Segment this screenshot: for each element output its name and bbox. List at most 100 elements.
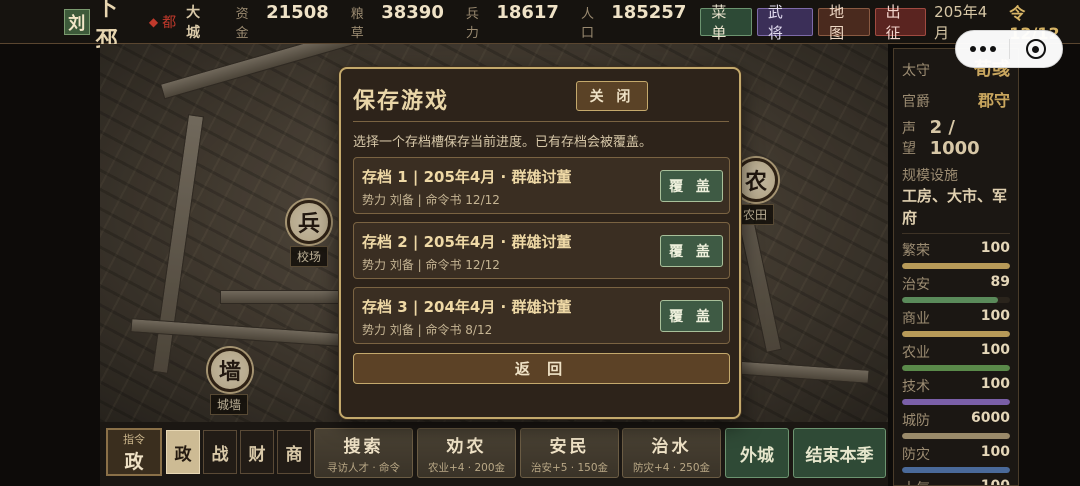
stat-bar-fill	[902, 297, 999, 303]
facilities-label: 规模设施	[902, 168, 958, 184]
slot-title: 存档 1 | 205年4月 · 群雄讨董	[362, 168, 572, 186]
stat-bar-head: 农业 100	[902, 342, 1010, 362]
stat-bar-fill	[902, 467, 1010, 473]
stat-bar-value: 6000	[971, 410, 1010, 426]
stat-bar-label: 技术	[902, 379, 930, 395]
dialog-title: 保存游戏	[353, 89, 450, 114]
stat-food: 粮草 38390	[351, 2, 444, 41]
command-category[interactable]: 指令 政	[106, 428, 162, 476]
prestige-label: 声望	[902, 121, 916, 157]
outer-city-button[interactable]: 外城	[725, 428, 789, 478]
stat-bar-label: 商业	[902, 311, 930, 327]
stat-bar-fill	[902, 365, 1010, 371]
stat-bar-row: 城防 6000	[902, 410, 1010, 439]
stat-label: 兵力	[465, 7, 479, 41]
stat-bar-value: 89	[990, 274, 1010, 290]
action-search-button[interactable]: 搜索 寻访人才 · 命令	[314, 428, 413, 478]
action-desc: 寻访人才 · 命令	[326, 461, 400, 474]
generals-button[interactable]: 武 将	[756, 3, 814, 42]
slot-title: 存档 3 | 204年4月 · 群雄讨董	[362, 298, 572, 316]
stat-bar-value: 100	[980, 376, 1010, 392]
stat-bar-head: 防灾 100	[902, 444, 1010, 464]
action-desc: 治安+5 · 150金	[530, 461, 609, 474]
save-slot-3[interactable]: 存档 3 | 204年4月 · 群雄讨董 势力 刘备 | 命令书 8/12 覆 …	[353, 287, 730, 344]
stat-bar-row: 商业 100	[902, 308, 1010, 337]
governor-label: 太守	[902, 63, 930, 79]
stat-bar-head: 商业 100	[902, 308, 1010, 328]
overwrite-button[interactable]: 覆 盖	[660, 235, 723, 267]
stat-bar-label: 治安	[902, 277, 930, 293]
rank-row: 官爵 郡守	[902, 87, 1010, 111]
stat-bar-track	[902, 433, 1010, 439]
menu-button[interactable]: 菜单	[700, 3, 752, 42]
close-button[interactable]: 关 闭	[576, 81, 648, 111]
stat-funds: 资金 21508	[236, 2, 329, 41]
stat-bar-value: 100	[980, 342, 1010, 358]
stat-bar-row: 技术 100	[902, 376, 1010, 405]
stat-bar-fill	[902, 433, 1010, 439]
top-bar: 刘 下邳 ◆ 都 大城 资金 21508 粮草 38390 兵力 18617 人…	[0, 0, 1080, 53]
stat-bar-row: 防灾 100	[902, 444, 1010, 473]
action-desc: 防灾+4 · 250金	[632, 461, 711, 474]
stat-bar-track	[902, 331, 1010, 337]
tab-politics[interactable]: 政	[166, 430, 200, 474]
prestige-value: 2 / 1000	[929, 117, 980, 159]
stat-bar-track	[902, 297, 1010, 303]
stat-bar-fill	[902, 263, 1010, 269]
mini-program-capsule	[955, 30, 1063, 68]
end-season-button[interactable]: 结束本季	[793, 428, 886, 478]
stat-bar-head: 士气 100	[902, 478, 1010, 486]
stat-label: 人口	[580, 7, 594, 41]
rank-label: 官爵	[902, 94, 930, 110]
campaign-button[interactable]: 出征	[874, 3, 927, 42]
tab-finance[interactable]: 财	[240, 430, 274, 474]
city-stat-bars: 繁荣 100 治安 89 商业 100 农业 100 技术 100 城防 6000 防灾 100 士气 100	[902, 240, 1010, 486]
stat-bar-track	[902, 365, 1010, 371]
stat-bar-label: 繁荣	[902, 243, 930, 259]
more-options-icon[interactable]	[956, 46, 1009, 52]
save-game-dialog: 保存游戏 关 闭 选择一个存档槽保存当前进度。已有存档会被覆盖。 存档 1 | …	[339, 67, 741, 419]
stat-bar-label: 农业	[902, 345, 930, 361]
command-big-label: 政	[124, 450, 144, 473]
slot-subtitle: 势力 刘备 | 命令书 12/12	[362, 193, 500, 207]
save-slot-1[interactable]: 存档 1 | 205年4月 · 群雄讨董 势力 刘备 | 命令书 12/12 覆…	[353, 157, 730, 214]
action-desc: 农业+4 · 200金	[427, 461, 506, 474]
back-button[interactable]: 返 回	[353, 353, 730, 384]
action-title: 治水	[651, 436, 692, 457]
stat-bar-track	[902, 399, 1010, 405]
slot-subtitle: 势力 刘备 | 命令书 8/12	[362, 323, 493, 337]
title-divider	[353, 121, 729, 122]
command-bar: 指令 政 政 战 财 商 搜索 寻访人才 · 命令 劝农 农业+4 · 200金…	[100, 422, 888, 486]
stat-value: 18617	[496, 2, 559, 23]
overwrite-button[interactable]: 覆 盖	[660, 170, 723, 202]
stat-bar-head: 城防 6000	[902, 410, 1010, 430]
action-farm-button[interactable]: 劝农 农业+4 · 200金	[417, 428, 516, 478]
stat-bar-value: 100	[980, 240, 1010, 256]
command-small-label: 指令	[123, 432, 145, 446]
stat-bar-head: 治安 89	[902, 274, 1010, 294]
close-miniprogram-icon[interactable]	[1010, 39, 1062, 59]
stat-bar-value: 100	[980, 478, 1010, 486]
facilities-list: 工房、大市、军府	[902, 185, 1010, 234]
action-title: 劝农	[446, 436, 487, 457]
stat-bar-label: 城防	[902, 413, 930, 429]
action-flood-control-button[interactable]: 治水 防灾+4 · 250金	[622, 428, 721, 478]
tab-commerce[interactable]: 商	[277, 430, 311, 474]
stat-bar-row: 治安 89	[902, 274, 1010, 303]
dialog-description: 选择一个存档槽保存当前进度。已有存档会被覆盖。	[353, 135, 653, 150]
stat-bar-value: 100	[980, 444, 1010, 460]
city-info-panel: 太守 荀彧 官爵 郡守 声望 2 / 1000 规模设施 工房、大市、军府 繁荣…	[893, 48, 1019, 486]
map-button[interactable]: 地图	[818, 3, 870, 42]
action-pacify-button[interactable]: 安民 治安+5 · 150金	[520, 428, 619, 478]
slot-title: 存档 2 | 205年4月 · 群雄讨董	[362, 233, 572, 251]
overwrite-button[interactable]: 覆 盖	[660, 300, 723, 332]
city-rank: 都	[162, 14, 177, 31]
ruler-faction-badge: 刘	[64, 8, 90, 35]
stat-bar-row: 农业 100	[902, 342, 1010, 371]
stat-bar-label: 防灾	[902, 447, 930, 463]
action-title: 搜索	[343, 436, 384, 457]
tab-war[interactable]: 战	[203, 430, 237, 474]
stat-bar-fill	[902, 399, 1010, 405]
stat-bar-fill	[902, 331, 1010, 337]
save-slot-2[interactable]: 存档 2 | 205年4月 · 群雄讨董 势力 刘备 | 命令书 12/12 覆…	[353, 222, 730, 279]
